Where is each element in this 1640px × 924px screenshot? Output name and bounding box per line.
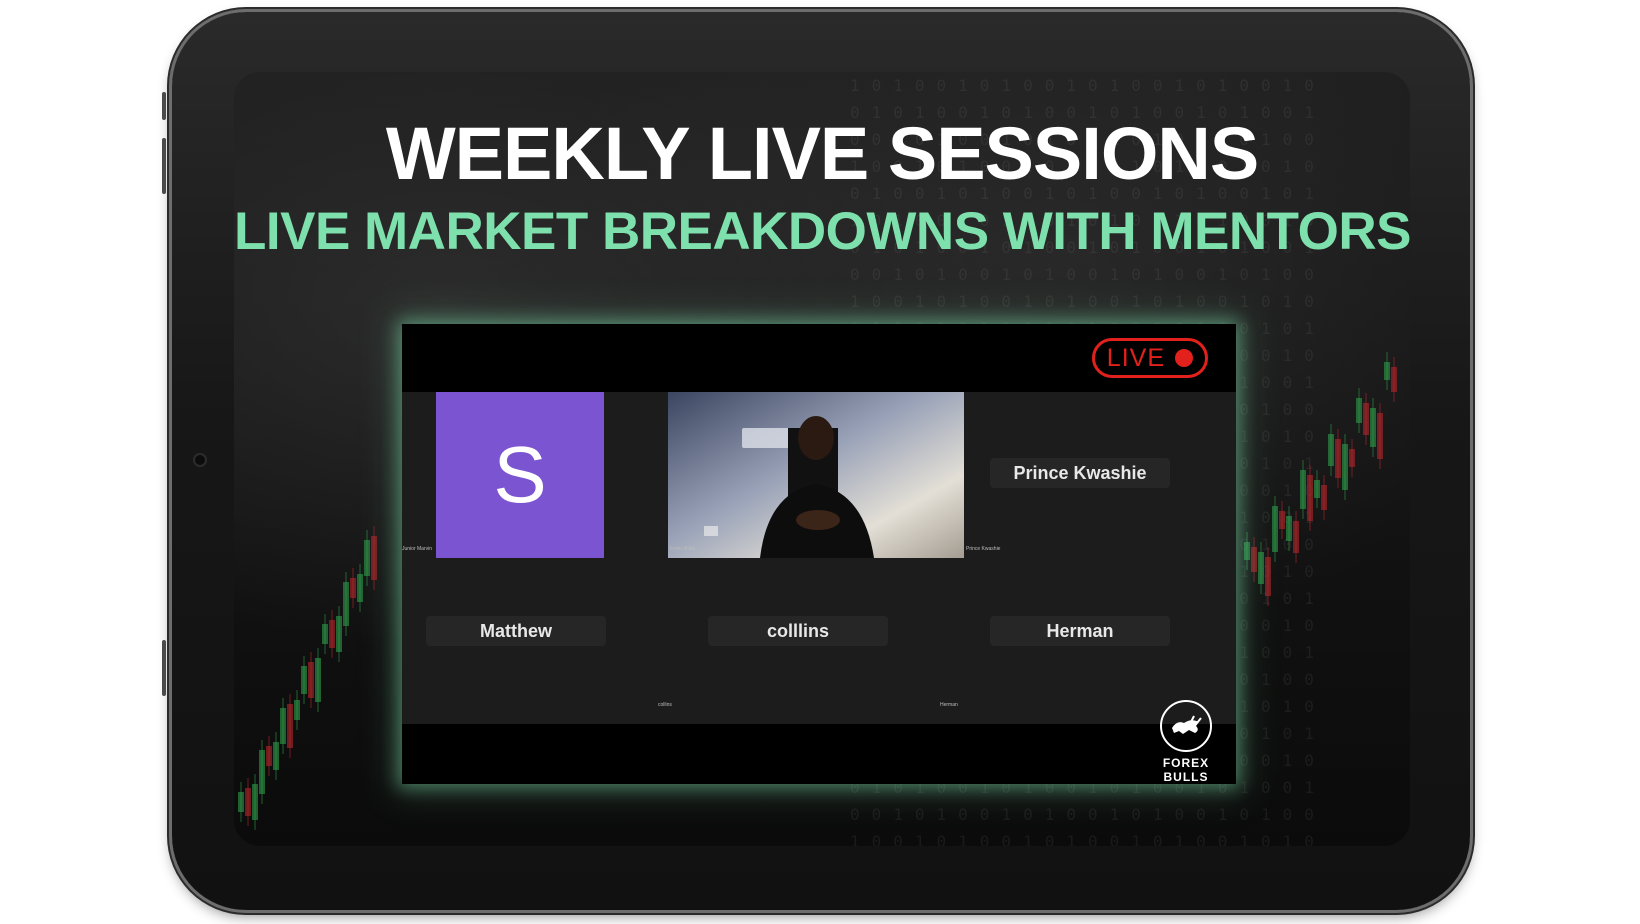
bg-candle-left xyxy=(350,578,356,598)
bg-candle-left xyxy=(315,658,321,702)
tablet-volume-button xyxy=(162,138,166,194)
meeting-window: LIVE S Junior Marvin Forex Bulls Prince … xyxy=(402,324,1236,784)
bg-candle-left xyxy=(301,666,307,694)
bg-candle-left xyxy=(308,662,314,698)
bg-candle-left xyxy=(266,746,272,766)
bg-candle-left xyxy=(273,742,279,770)
tablet-side-button xyxy=(162,92,166,120)
bg-candle-right xyxy=(1370,408,1376,447)
bg-candle-right xyxy=(1307,475,1313,521)
live-badge: LIVE xyxy=(1091,338,1208,378)
video-feed xyxy=(668,392,964,558)
bg-candle-right xyxy=(1342,444,1348,490)
bg-candle-left xyxy=(252,784,258,820)
avatar-letter: S xyxy=(493,430,547,519)
bg-candle-left xyxy=(371,536,377,580)
bull-logo-icon xyxy=(1160,700,1212,752)
bg-candle-left xyxy=(280,708,286,744)
tile-label: Herman xyxy=(940,702,958,708)
bg-candle-right xyxy=(1363,403,1369,435)
bg-candle-left xyxy=(294,700,300,720)
meeting-bottom-bar xyxy=(402,724,1236,784)
live-badge-label: LIVE xyxy=(1106,343,1165,372)
tablet-screen: 1010010100101001010010 01010010100101001… xyxy=(234,72,1410,846)
bg-candle-right xyxy=(1377,413,1383,459)
participant-grid: S Junior Marvin Forex Bulls Prince Kwash… xyxy=(402,392,1236,724)
bg-candle-right xyxy=(1328,434,1334,466)
participant-name: Prince Kwashie xyxy=(990,458,1170,488)
bg-candle-left xyxy=(343,582,349,626)
bg-candle-right xyxy=(1391,367,1397,392)
bg-candle-right xyxy=(1335,439,1341,478)
bg-candle-right xyxy=(1356,398,1362,423)
bg-candle-left xyxy=(329,620,335,648)
bg-candle-right xyxy=(1314,480,1320,498)
tablet-side-button xyxy=(162,640,166,696)
bg-candle-right xyxy=(1286,516,1292,541)
bg-candle-right xyxy=(1244,542,1250,560)
record-dot-icon xyxy=(1175,349,1193,367)
bg-candle-left xyxy=(238,792,244,812)
tile-label: Forex Bulls xyxy=(670,546,696,552)
bg-candle-right xyxy=(1258,552,1264,584)
participant-name: Matthew xyxy=(426,616,606,646)
bg-candle-right xyxy=(1272,506,1278,552)
brand-logo: FOREX BULLS xyxy=(1146,700,1226,784)
bg-candle-left xyxy=(287,704,293,748)
bg-candle-right xyxy=(1279,511,1285,529)
page-title: WEEKLY LIVE SESSIONS xyxy=(385,112,1259,195)
bg-candle-right xyxy=(1251,547,1257,572)
brand-name: FOREX BULLS xyxy=(1162,756,1210,784)
participant-video[interactable] xyxy=(668,392,964,558)
tablet-camera xyxy=(195,455,205,465)
bg-candle-left xyxy=(259,750,265,794)
bg-candle-left xyxy=(357,574,363,602)
bg-candle-left xyxy=(336,616,342,652)
tile-label: Junior Marvin xyxy=(402,546,433,552)
page-subtitle: LIVE MARKET BREAKDOWNS WITH MENTORS xyxy=(234,202,1410,261)
bg-candle-right xyxy=(1265,557,1271,596)
tile-label: Prince Kwashie xyxy=(966,546,1001,552)
tile-label: collins xyxy=(658,702,672,708)
participant-name: colllins xyxy=(708,616,888,646)
bg-candle-left xyxy=(322,624,328,644)
bg-candle-right xyxy=(1349,449,1355,467)
bg-candle-right xyxy=(1321,485,1327,510)
bg-candle-left xyxy=(245,788,251,816)
meeting-top-bar: LIVE xyxy=(402,324,1236,392)
bg-candle-right xyxy=(1384,362,1390,380)
participant-avatar[interactable]: S xyxy=(436,392,604,558)
bg-candle-left xyxy=(364,540,370,576)
bg-candle-right xyxy=(1300,470,1306,509)
participant-name: Herman xyxy=(990,616,1170,646)
bg-candle-right xyxy=(1293,521,1299,553)
